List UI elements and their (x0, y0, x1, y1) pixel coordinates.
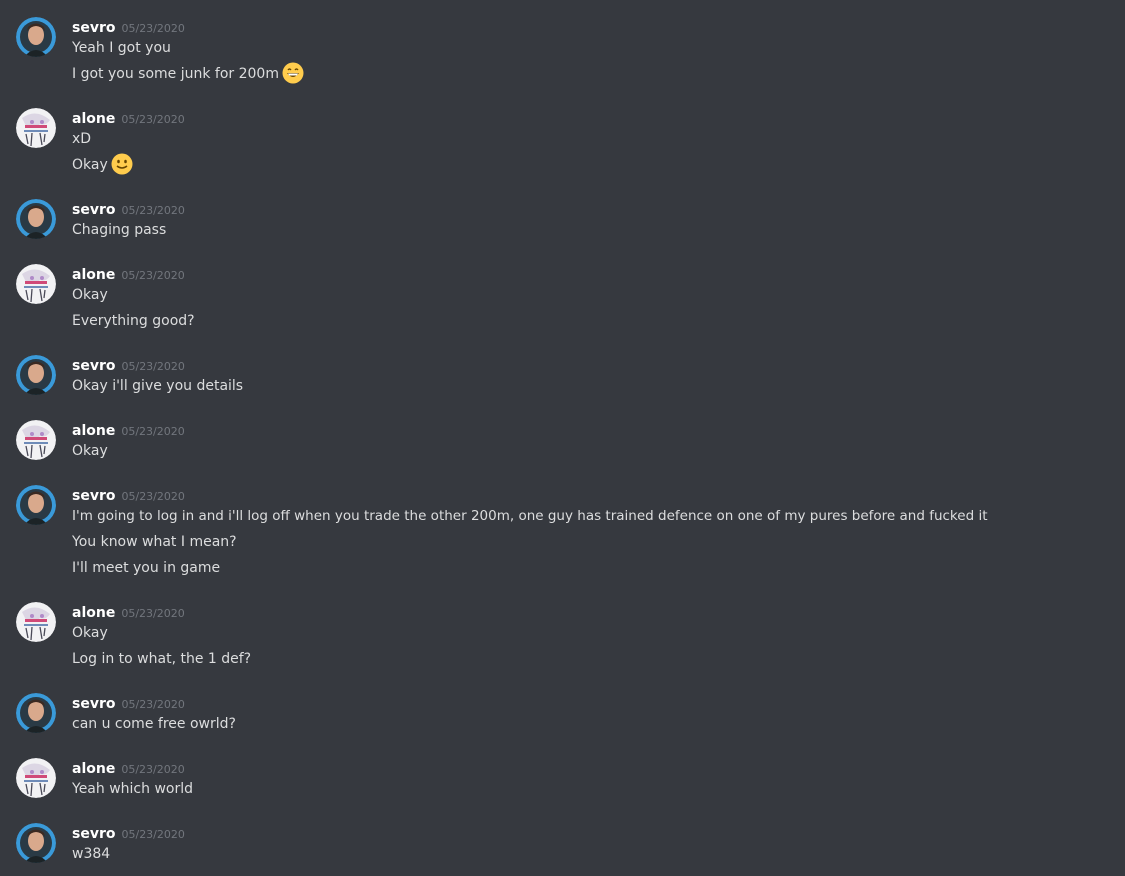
author-name[interactable]: sevro (72, 202, 115, 218)
avatar-alone[interactable] (16, 602, 56, 642)
message-text: Okay i'll give you details (72, 378, 244, 394)
message-text: Yeah which world (72, 781, 193, 797)
author-name[interactable]: alone (72, 267, 115, 283)
author-name[interactable]: sevro (72, 358, 115, 374)
avatar-alone[interactable] (16, 264, 56, 304)
avatar-sevro[interactable] (16, 693, 56, 733)
slightly-smiling-face-emoji-icon[interactable] (111, 153, 133, 175)
message-timestamp: 05/23/2020 (121, 204, 185, 217)
message-text: I got you some junk for 200m (72, 66, 279, 82)
message-text: Okay (72, 157, 108, 173)
avatar-sevro[interactable] (16, 823, 56, 863)
avatar-sevro[interactable] (16, 355, 56, 395)
message-timestamp: 05/23/2020 (121, 607, 185, 620)
message-text: can u come free owrld? (72, 716, 236, 732)
author-name[interactable]: sevro (72, 488, 115, 504)
avatar-sevro[interactable] (16, 485, 56, 525)
message-line: I got you some junk for 200m (72, 62, 304, 84)
avatar-sevro[interactable] (16, 17, 56, 57)
message-text: Okay (72, 625, 108, 641)
avatar-sevro[interactable] (16, 199, 56, 239)
message-text: Okay (72, 287, 108, 303)
message-text: Yeah I got you (72, 40, 171, 56)
message-text: xD (72, 131, 92, 147)
author-name[interactable]: sevro (72, 826, 115, 842)
chat-messages: sevro 05/23/2020 Yeah I got you I got you… (0, 0, 1125, 876)
message-line: Okay (72, 153, 133, 175)
message-text: w384 (72, 846, 111, 862)
message-text: Log in to what, the 1 def? (72, 651, 252, 667)
message-text: I'll meet you in game (72, 560, 221, 576)
avatar-alone[interactable] (16, 108, 56, 148)
message-timestamp: 05/23/2020 (121, 828, 185, 841)
message-timestamp: 05/23/2020 (121, 269, 185, 282)
author-name[interactable]: alone (72, 761, 115, 777)
author-name[interactable]: alone (72, 111, 115, 127)
author-name[interactable]: alone (72, 605, 115, 621)
message-timestamp: 05/23/2020 (121, 698, 185, 711)
message-timestamp: 05/23/2020 (121, 763, 185, 776)
message-text: Chaging pass (72, 222, 167, 238)
message-timestamp: 05/23/2020 (121, 22, 185, 35)
avatar-alone[interactable] (16, 758, 56, 798)
message-text: You know what I mean? (72, 534, 237, 550)
message-timestamp: 05/23/2020 (121, 113, 185, 126)
message-timestamp: 05/23/2020 (121, 425, 185, 438)
author-name[interactable]: alone (72, 423, 115, 439)
avatar-alone[interactable] (16, 420, 56, 460)
author-name[interactable]: sevro (72, 20, 115, 36)
message-text: I'm going to log in and i'll log off whe… (72, 508, 988, 524)
grinning-face-emoji-icon[interactable] (282, 62, 304, 84)
message-text: Okay (72, 443, 108, 459)
message-text: Everything good? (72, 313, 195, 329)
message-timestamp: 05/23/2020 (121, 490, 185, 503)
author-name[interactable]: sevro (72, 696, 115, 712)
message-timestamp: 05/23/2020 (121, 360, 185, 373)
